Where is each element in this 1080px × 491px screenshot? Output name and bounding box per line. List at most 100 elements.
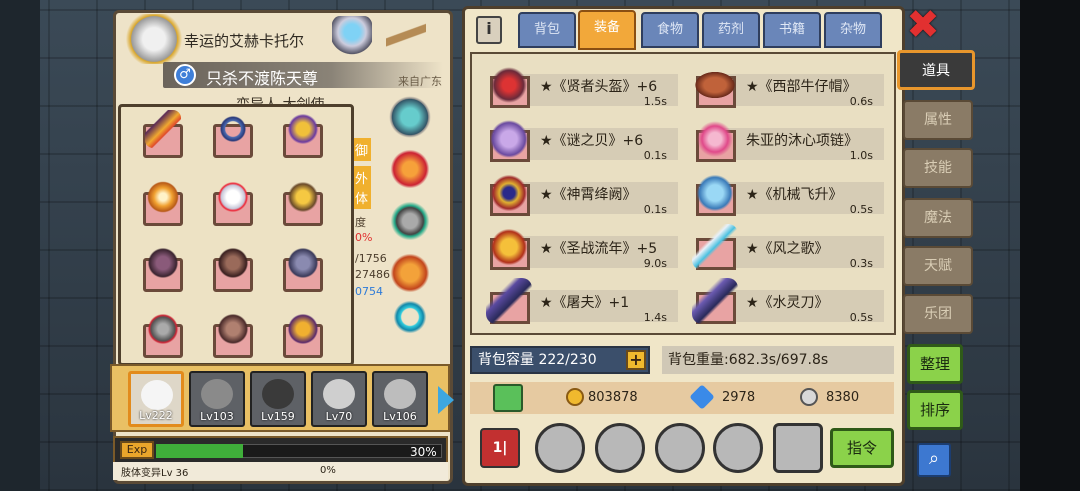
bag-weight: 背包重量:682.3s/697.8s bbox=[662, 346, 894, 374]
sage-helmet-icon bbox=[486, 62, 532, 108]
hero-card[interactable]: Lv222 bbox=[128, 371, 184, 427]
altar-icon[interactable] bbox=[332, 16, 372, 56]
hero-card[interactable]: Lv106 bbox=[372, 371, 428, 427]
tab-food[interactable]: 食物 bbox=[641, 12, 699, 48]
sort-button[interactable]: 排序 bbox=[907, 390, 963, 430]
hanger-icon[interactable] bbox=[386, 16, 426, 56]
stat-peek: /1756 bbox=[355, 252, 387, 265]
tab-bag[interactable]: 背包 bbox=[518, 12, 576, 48]
curved-blade-icon bbox=[145, 110, 181, 148]
equip-slot-armor[interactable] bbox=[279, 178, 327, 226]
organize-button[interactable]: 整理 bbox=[907, 344, 963, 384]
list-item[interactable]: ★《水灵刀》 0.5s bbox=[682, 274, 887, 328]
list-item[interactable]: ★《贤者头盔》+6 1.5s bbox=[476, 58, 681, 112]
star-icon[interactable] bbox=[655, 423, 705, 473]
expand-capacity-button[interactable]: + bbox=[626, 350, 646, 370]
list-item[interactable]: ★《神霄绛阙》 0.1s bbox=[476, 166, 681, 220]
flame-claw-icon[interactable] bbox=[389, 148, 431, 190]
hero-portrait-icon bbox=[262, 379, 294, 409]
belt-icon bbox=[285, 310, 321, 348]
hero-portrait-icon bbox=[201, 379, 233, 409]
list-item[interactable]: ★《风之歌》 0.3s bbox=[682, 220, 887, 274]
list-item[interactable]: ★《谜之贝》+6 0.1s bbox=[476, 112, 681, 166]
info-button[interactable]: i bbox=[476, 16, 502, 44]
stat-peek: 体 bbox=[352, 186, 372, 209]
sidebar-item-talent[interactable]: 天赋 bbox=[903, 246, 973, 286]
right-edge bbox=[1020, 0, 1080, 491]
equip-slot-chest[interactable] bbox=[209, 244, 257, 292]
stat-peek: 27486 bbox=[355, 268, 390, 281]
next-arrow-icon[interactable] bbox=[438, 386, 454, 414]
cowboy-hat-icon bbox=[692, 62, 738, 108]
equip-slot-cape[interactable] bbox=[139, 244, 187, 292]
sidebar-item-items[interactable]: 道具 bbox=[897, 50, 975, 90]
hero-card[interactable]: Lv103 bbox=[189, 371, 245, 427]
equip-slot-helmet[interactable] bbox=[209, 110, 257, 158]
gear-ring-icon[interactable] bbox=[389, 200, 431, 242]
download-icon[interactable] bbox=[493, 384, 523, 412]
equip-slot-weapon[interactable] bbox=[139, 110, 187, 158]
butcher-axe-icon bbox=[486, 278, 532, 324]
mech-wing-icon bbox=[692, 170, 738, 216]
hero-level: Lv103 bbox=[200, 410, 234, 423]
mutation-label: 肢体变异Lv 36 bbox=[121, 468, 189, 479]
dark-cape-icon bbox=[145, 244, 181, 282]
lion-mask-icon[interactable] bbox=[389, 252, 431, 294]
sidebar-item-magic[interactable]: 魔法 bbox=[903, 198, 973, 238]
list-item[interactable]: ★《西部牛仔帽》 0.6s bbox=[682, 58, 887, 112]
hero-card[interactable]: Lv70 bbox=[311, 371, 367, 427]
tab-misc[interactable]: 杂物 bbox=[824, 12, 882, 48]
crown-icon bbox=[285, 110, 321, 148]
sidebar-item-skills[interactable]: 技能 bbox=[903, 148, 973, 188]
equip-slot-gauntlet[interactable] bbox=[139, 310, 187, 358]
left-edge bbox=[0, 0, 40, 491]
spiked-armor-icon bbox=[215, 244, 251, 282]
bracer-icon bbox=[145, 178, 181, 216]
equip-slot-boots[interactable] bbox=[279, 244, 327, 292]
stat-peek: 御 bbox=[352, 138, 372, 161]
equip-slot-belt[interactable] bbox=[279, 310, 327, 358]
equip-slot-crown[interactable] bbox=[279, 110, 327, 158]
red-cube-icon[interactable] bbox=[773, 423, 823, 473]
character-name: 幸运的艾赫卡托尔 bbox=[184, 32, 305, 50]
hero-portrait-icon bbox=[384, 379, 416, 409]
equip-slot-bracer[interactable] bbox=[139, 178, 187, 226]
equip-slot-glove[interactable] bbox=[209, 178, 257, 226]
water-blade-icon bbox=[692, 278, 738, 324]
search-icon[interactable]: ⌕ bbox=[917, 443, 951, 477]
list-item[interactable]: ★《机械飞升》 0.5s bbox=[682, 166, 887, 220]
sidebar-item-attributes[interactable]: 属性 bbox=[903, 100, 973, 140]
sidebar-item-band[interactable]: 乐团 bbox=[903, 294, 973, 334]
tab-potion[interactable]: 药剂 bbox=[702, 12, 760, 48]
shoes-icon bbox=[215, 310, 251, 348]
hero-card[interactable]: Lv159 bbox=[250, 371, 306, 427]
hero-level: Lv106 bbox=[383, 410, 417, 423]
bag-capacity: 背包容量 222/230 bbox=[470, 346, 650, 374]
hero-portrait-icon bbox=[323, 379, 355, 409]
sort-number-icon[interactable]: 1| bbox=[480, 428, 520, 468]
list-item[interactable]: 朱亚的沐心项链》 1.0s bbox=[682, 112, 887, 166]
command-button[interactable]: 指令 bbox=[830, 428, 894, 468]
swords-icon[interactable] bbox=[713, 423, 763, 473]
equip-slot-shoes[interactable] bbox=[209, 310, 257, 358]
gold-armor-icon bbox=[285, 178, 321, 216]
mutation-percent: 0% bbox=[320, 465, 336, 476]
shuriken-icon[interactable] bbox=[595, 423, 645, 473]
close-icon[interactable]: ✖ bbox=[905, 5, 941, 45]
gold-coin-icon bbox=[566, 388, 584, 406]
male-gender-icon: ♂ bbox=[174, 64, 196, 86]
tab-books[interactable]: 书籍 bbox=[763, 12, 821, 48]
glove-icon bbox=[215, 178, 251, 216]
shield-gem-icon[interactable] bbox=[389, 96, 431, 138]
hero-level: Lv70 bbox=[325, 410, 353, 423]
crusader-armor-icon bbox=[486, 224, 532, 270]
book-icon[interactable] bbox=[535, 423, 585, 473]
shell-icon bbox=[486, 116, 532, 162]
list-item[interactable]: ★《屠夫》+1 1.4s bbox=[476, 274, 681, 328]
list-item[interactable]: ★《圣战流年》+5 9.0s bbox=[476, 220, 681, 274]
stat-peek: 0% bbox=[355, 231, 373, 244]
exp-fill bbox=[156, 444, 243, 458]
gauntlet-icon bbox=[145, 310, 181, 348]
dragon-ring-icon[interactable] bbox=[389, 296, 431, 338]
tab-equipment[interactable]: 装备 bbox=[578, 10, 636, 50]
